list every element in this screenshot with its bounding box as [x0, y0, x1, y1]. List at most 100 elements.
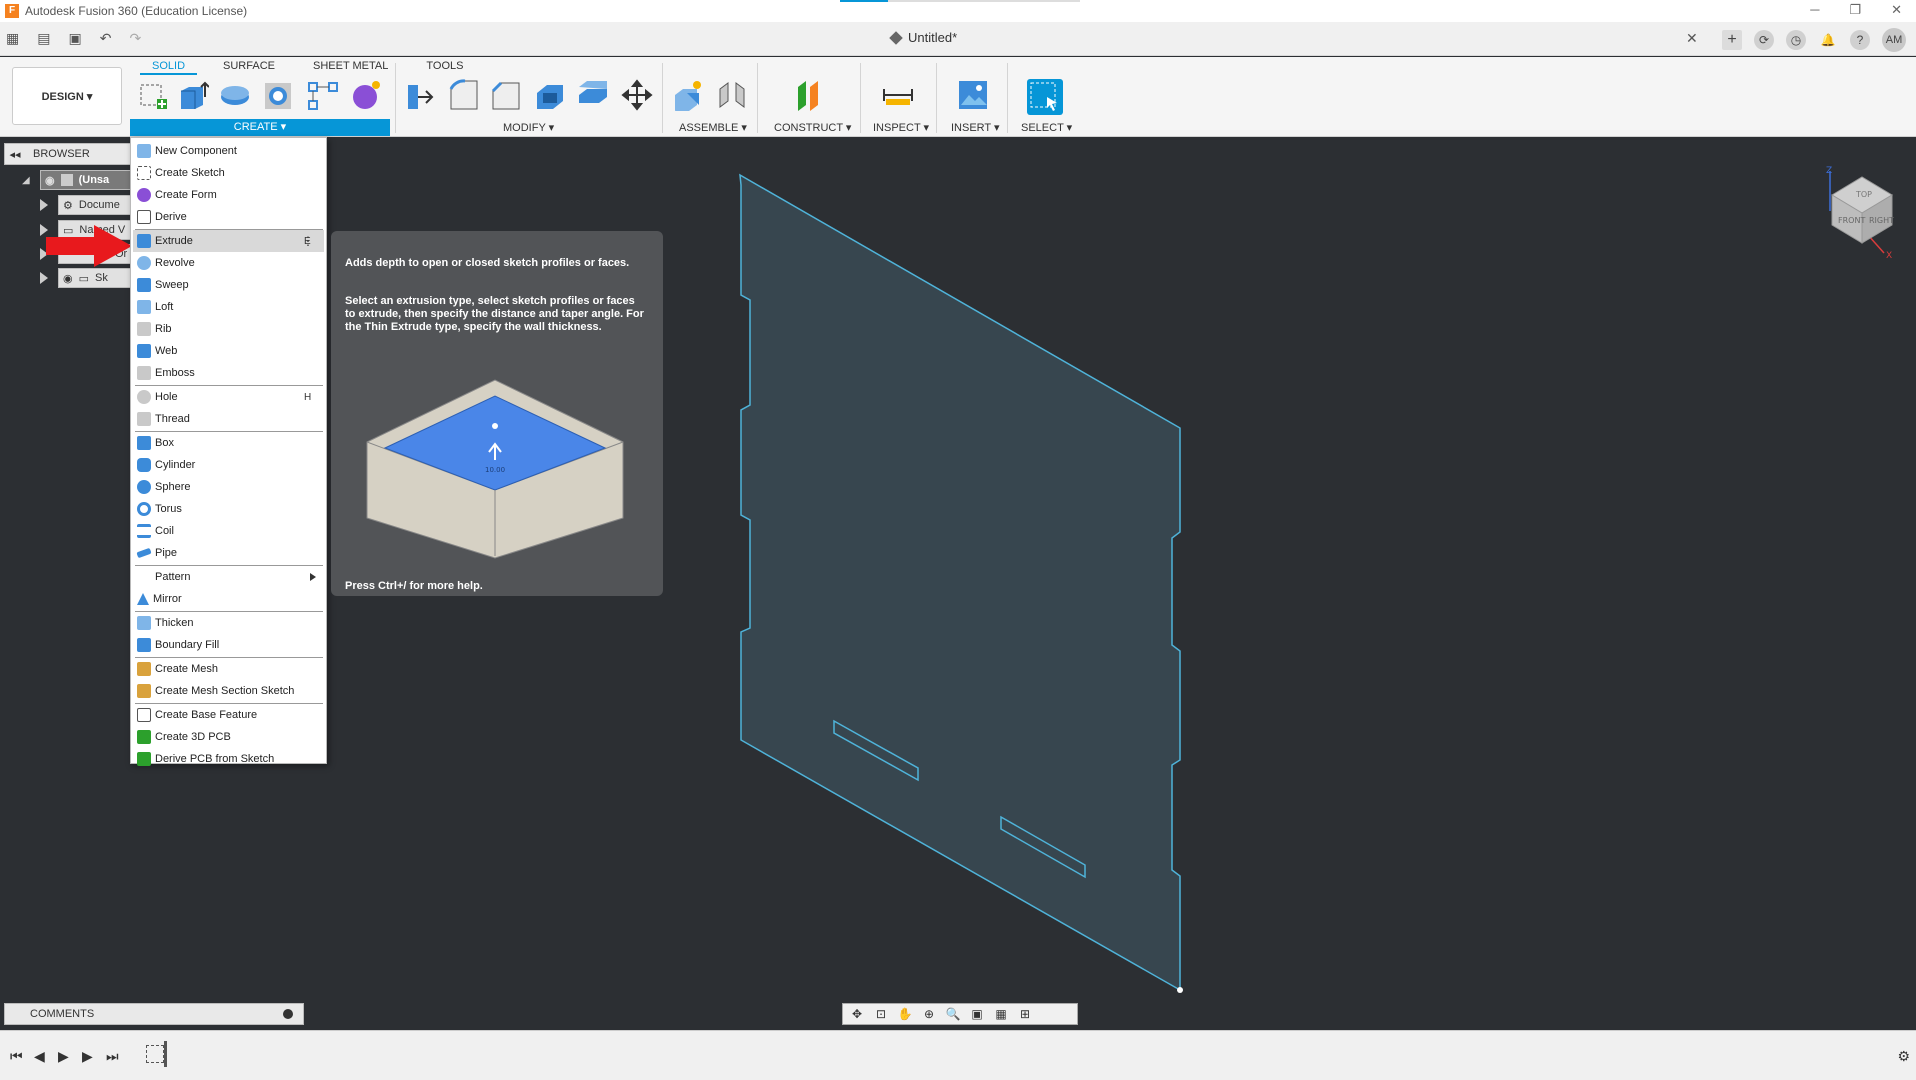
minimize-button[interactable]: ─ — [1810, 2, 1819, 18]
shell-icon[interactable] — [533, 79, 565, 111]
tab-tools[interactable]: TOOLS — [414, 59, 475, 75]
viewports-icon[interactable]: ⊞ — [1017, 1007, 1033, 1021]
tab-solid[interactable]: SOLID — [140, 59, 198, 75]
menu-item-create-form[interactable]: Create Form — [133, 184, 324, 206]
timeline-marker[interactable] — [164, 1041, 167, 1067]
timeline-sketch-feature-icon[interactable] — [146, 1045, 164, 1063]
new-tab-plus-icon[interactable]: + — [1722, 30, 1742, 50]
tab-sheet-metal[interactable]: SHEET METAL — [301, 59, 400, 75]
menu-item-create-mesh[interactable]: Create Mesh — [133, 658, 324, 680]
file-menu-icon[interactable]: ▤ — [37, 30, 50, 47]
sketch-panel-outline[interactable] — [739, 173, 1181, 992]
menu-item-cylinder[interactable]: Cylinder — [133, 454, 324, 476]
visibility-eye-icon[interactable]: ◉ — [45, 174, 55, 187]
grid-settings-icon[interactable]: ▦ — [993, 1007, 1009, 1021]
menu-item-create-mesh-section-sketch[interactable]: Create Mesh Section Sketch — [133, 680, 324, 702]
browser-root-item[interactable]: ◉ (Unsa — [40, 170, 140, 190]
menu-item-hole[interactable]: Hole H — [133, 386, 324, 408]
step-back-icon[interactable]: ◀ — [34, 1048, 45, 1065]
menu-item-coil[interactable]: Coil — [133, 520, 324, 542]
measure-icon[interactable] — [882, 79, 914, 111]
menu-item-sphere[interactable]: Sphere — [133, 476, 324, 498]
browser-item-sketches[interactable]: ◉ ▭ Sk — [58, 268, 138, 288]
look-at-icon[interactable]: ⊡ — [873, 1007, 889, 1021]
move-copy-icon[interactable] — [621, 79, 653, 111]
menu-item-create-3d-pcb[interactable]: Create 3D PCB — [133, 726, 324, 748]
go-to-start-icon[interactable]: ⏮ — [10, 1048, 23, 1065]
data-panel-grid-icon[interactable]: ▦ — [6, 30, 19, 47]
sketch-point[interactable] — [1177, 987, 1183, 993]
joint-icon[interactable] — [716, 79, 748, 111]
select-icon[interactable] — [1027, 79, 1063, 115]
menu-item-box[interactable]: Box — [133, 432, 324, 454]
press-pull-icon[interactable] — [404, 79, 436, 111]
notifications-bell-icon[interactable]: 🔔 — [1818, 30, 1838, 50]
expand-root-icon[interactable]: ◢ — [22, 175, 30, 186]
menu-item-derive-pcb-from-sketch[interactable]: Derive PCB from Sketch — [133, 748, 324, 770]
job-status-icon[interactable]: ◷ — [1786, 30, 1806, 50]
revolve-icon[interactable] — [219, 79, 251, 111]
pan-hand-icon[interactable]: ✋ — [897, 1007, 913, 1021]
timeline-settings-gear-icon[interactable]: ⚙ — [1897, 1048, 1910, 1065]
menu-item-extrude[interactable]: Extrude E ⋮ — [133, 230, 324, 252]
step-forward-icon[interactable]: ▶ — [82, 1048, 93, 1065]
display-settings-icon[interactable]: ▣ — [969, 1007, 985, 1021]
document-tab[interactable]: Untitled* — [889, 30, 957, 45]
insert-dropdown-button[interactable]: INSERT ▾ — [951, 121, 1000, 134]
fillet-icon[interactable] — [448, 79, 480, 111]
combine-icon[interactable] — [577, 79, 609, 111]
menu-item-emboss[interactable]: Emboss — [133, 362, 324, 384]
menu-item-create-sketch[interactable]: Create Sketch — [133, 162, 324, 184]
modify-dropdown-button[interactable]: MODIFY ▾ — [503, 121, 554, 134]
offset-plane-icon[interactable] — [792, 79, 824, 111]
menu-item-derive[interactable]: Derive — [133, 206, 324, 228]
pattern-icon[interactable] — [307, 79, 339, 111]
more-options-icon[interactable]: ⋮ — [302, 234, 314, 248]
workspace-switcher-button[interactable]: DESIGN ▾ — [12, 67, 122, 125]
comments-panel[interactable]: COMMENTS — [4, 1003, 304, 1025]
menu-item-mirror[interactable]: Mirror — [133, 588, 324, 610]
add-comment-icon[interactable] — [283, 1009, 293, 1019]
menu-item-revolve[interactable]: Revolve — [133, 252, 324, 274]
menu-item-thread[interactable]: Thread — [133, 408, 324, 430]
menu-item-pipe[interactable]: Pipe — [133, 542, 324, 564]
user-avatar[interactable]: AM — [1882, 28, 1906, 52]
menu-item-thicken[interactable]: Thicken — [133, 612, 324, 634]
new-component-icon[interactable] — [673, 79, 705, 111]
create-form-icon[interactable] — [350, 79, 382, 111]
extrude-icon[interactable] — [177, 79, 209, 111]
undo-icon[interactable]: ↶ — [100, 30, 112, 47]
construct-dropdown-button[interactable]: CONSTRUCT ▾ — [774, 121, 851, 134]
save-icon[interactable]: ▣ — [68, 30, 81, 47]
menu-item-loft[interactable]: Loft — [133, 296, 324, 318]
restore-button[interactable]: ❐ — [1849, 2, 1861, 18]
menu-item-sweep[interactable]: Sweep — [133, 274, 324, 296]
select-dropdown-button[interactable]: SELECT ▾ — [1021, 121, 1072, 134]
viewcube-icon[interactable]: TOP FRONT RIGHT Z X — [1822, 165, 1902, 260]
insert-image-icon[interactable] — [957, 79, 989, 111]
redo-icon[interactable]: ↷ — [129, 30, 141, 47]
go-to-end-icon[interactable]: ⏭ — [106, 1048, 119, 1065]
tab-surface[interactable]: SURFACE — [211, 59, 287, 75]
close-tab-button[interactable]: ✕ — [1686, 30, 1698, 47]
visibility-eye-icon[interactable]: ◉ — [63, 272, 73, 285]
menu-item-pattern[interactable]: Pattern — [133, 566, 324, 588]
menu-item-create-base-feature[interactable]: Create Base Feature — [133, 704, 324, 726]
extensions-icon[interactable]: ⟳ — [1754, 30, 1774, 50]
menu-item-torus[interactable]: Torus — [133, 498, 324, 520]
inspect-dropdown-button[interactable]: INSPECT ▾ — [873, 121, 929, 134]
menu-item-web[interactable]: Web — [133, 340, 324, 362]
collapse-browser-icon[interactable]: ◂◂ — [5, 148, 25, 161]
chamfer-icon[interactable] — [490, 79, 522, 111]
menu-item-new-component[interactable]: New Component — [133, 140, 324, 162]
close-window-button[interactable]: ✕ — [1891, 2, 1902, 18]
create-dropdown-button[interactable]: CREATE ▾ — [130, 119, 390, 136]
menu-item-rib[interactable]: Rib — [133, 318, 324, 340]
expand-sketches-icon[interactable] — [40, 272, 48, 284]
assemble-dropdown-button[interactable]: ASSEMBLE ▾ — [679, 121, 747, 134]
play-icon[interactable]: ▶ — [58, 1048, 69, 1065]
menu-item-boundary-fill[interactable]: Boundary Fill — [133, 634, 324, 656]
zoom-icon[interactable]: ⊕ — [921, 1007, 937, 1021]
expand-document-settings-icon[interactable] — [40, 199, 48, 211]
create-sketch-icon[interactable] — [137, 79, 169, 111]
